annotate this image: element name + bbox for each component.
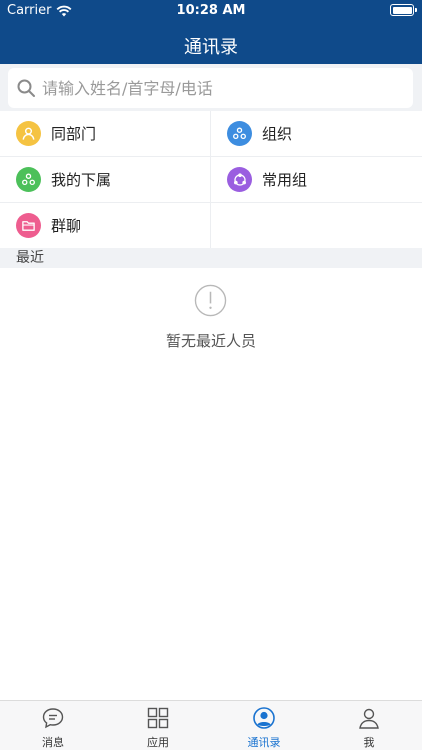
- search-input[interactable]: [42, 78, 392, 98]
- info-icon: [194, 284, 227, 317]
- tab-label: 应用: [147, 736, 169, 749]
- apps-icon: [147, 707, 169, 729]
- search-icon: [17, 79, 35, 97]
- profile-icon: [359, 708, 379, 729]
- app-header: Carrier 10:28 AM 通讯录: [0, 0, 422, 64]
- tab-label: 消息: [42, 736, 64, 749]
- bottom-tab-bar: 消息 应用 通讯录 我: [0, 700, 422, 750]
- message-icon: [42, 708, 64, 729]
- tab-label: 通讯录: [247, 736, 281, 749]
- quick-item-common-groups[interactable]: 常用组: [211, 157, 422, 203]
- page-title: 通讯录: [184, 37, 238, 58]
- search-box[interactable]: [8, 68, 413, 108]
- empty-state-text: 暂无最近人员: [165, 332, 256, 350]
- quick-item-same-department[interactable]: 同部门: [0, 111, 211, 157]
- quick-item-label: 群聊: [51, 217, 82, 235]
- status-time: 10:28 AM: [176, 3, 246, 18]
- quick-item-organization[interactable]: 组织: [211, 111, 422, 157]
- quick-access-grid: 同部门 组织 我的下属 常用组 群聊: [0, 111, 422, 248]
- org-icon: [227, 121, 252, 146]
- battery-icon: [390, 4, 417, 16]
- quick-item-label: 同部门: [51, 125, 97, 143]
- tab-messages[interactable]: 消息: [0, 701, 106, 750]
- quick-item-label: 常用组: [262, 171, 308, 189]
- tab-apps[interactable]: 应用: [105, 701, 211, 750]
- group-icon: [227, 167, 252, 192]
- person-icon: [16, 121, 41, 146]
- subordinate-icon: [16, 167, 41, 192]
- search-bar: [0, 64, 422, 111]
- quick-item-label: 组织: [262, 125, 293, 143]
- quick-item-label: 我的下属: [51, 171, 112, 189]
- tab-me[interactable]: 我: [316, 701, 422, 750]
- recent-empty-state: 暂无最近人员: [0, 268, 422, 698]
- folder-icon: [16, 213, 41, 238]
- tab-label: 我: [363, 736, 375, 749]
- status-bar: Carrier 10:28 AM: [0, 0, 422, 22]
- quick-item-my-subordinates[interactable]: 我的下属: [0, 157, 211, 203]
- recent-section-header: 最近: [0, 248, 422, 268]
- tab-contacts[interactable]: 通讯录: [211, 701, 317, 750]
- quick-item-group-chat[interactable]: 群聊: [0, 203, 211, 248]
- contacts-icon: [253, 707, 275, 729]
